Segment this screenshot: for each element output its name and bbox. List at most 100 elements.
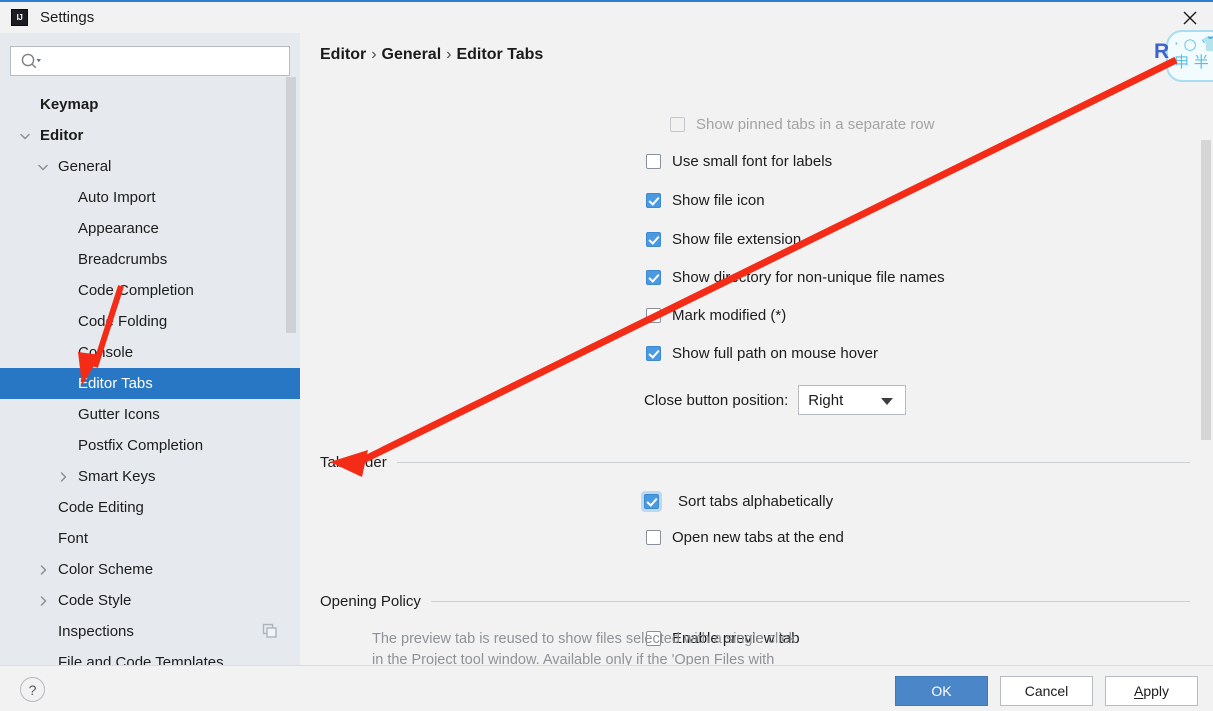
sidebar-item-auto-import[interactable]: Auto Import <box>0 182 300 213</box>
option-show-file-icon[interactable]: Show file icon <box>646 192 765 209</box>
overlay-letter: R <box>1154 40 1170 63</box>
settings-sidebar: Keymap Editor General Auto Import Appearance… <box>0 33 300 665</box>
sidebar-item-label: Gutter Icons <box>78 406 160 423</box>
sidebar-scrollbar[interactable] <box>286 33 296 609</box>
checkbox-icon <box>670 117 685 132</box>
checkbox-label: Show full path on mouse hover <box>672 345 878 362</box>
settings-tree: Keymap Editor General Auto Import Appearance… <box>0 89 300 665</box>
checkbox-icon[interactable] <box>646 232 661 247</box>
breadcrumb-separator-2: › <box>446 46 452 63</box>
content-scrollbar-thumb[interactable] <box>1201 140 1211 440</box>
checkbox-icon[interactable] <box>644 494 659 509</box>
help-button[interactable]: ? <box>20 677 45 702</box>
checkbox-icon[interactable] <box>646 154 661 169</box>
checkbox-label: Show pinned tabs in a separate row <box>696 116 935 133</box>
sidebar-item-label: Appearance <box>78 220 159 237</box>
option-mark-modified[interactable]: Mark modified (*) <box>646 307 786 324</box>
apply-button-mnemonic: A <box>1133 683 1144 699</box>
breadcrumb-part-editor[interactable]: Editor <box>320 46 366 63</box>
close-button-position-select[interactable]: Right <box>798 385 907 415</box>
window-title: Settings <box>40 9 95 26</box>
option-use-small-font-for-labels[interactable]: Use small font for labels <box>646 153 832 170</box>
sidebar-item-general[interactable]: General <box>0 151 300 182</box>
checkbox-icon[interactable] <box>646 193 661 208</box>
option-show-directory-for-non-unique-file-names[interactable]: Show directory for non-unique file names <box>646 269 945 286</box>
tab-order-group-header: Tab Order <box>320 454 1190 471</box>
checkbox-label: Show file extension <box>672 231 802 248</box>
sidebar-item-gutter-icons[interactable]: Gutter Icons <box>0 399 300 430</box>
checkbox-label: Show directory for non-unique file names <box>672 269 945 286</box>
copy-icon[interactable] <box>262 623 278 639</box>
sidebar-item-font[interactable]: Font <box>0 523 300 554</box>
option-show-file-extension[interactable]: Show file extension <box>646 231 801 248</box>
group-divider <box>396 462 1190 463</box>
opening-policy-group-header: Opening Policy <box>320 593 1190 610</box>
checkbox-label: Open new tabs at the end <box>672 529 844 546</box>
sidebar-item-label: Console <box>78 344 134 361</box>
settings-dialog: IJ Settings Keymap Editor General Auto Impo… <box>0 0 1213 711</box>
option-show-full-path-on-mouse-hover[interactable]: Show full path on mouse hover <box>646 345 878 362</box>
chevron-right-icon[interactable] <box>36 594 50 608</box>
tab-order-title: Tab Order <box>320 454 387 471</box>
checkbox-icon[interactable] <box>646 530 661 545</box>
breadcrumb-separator-1: › <box>371 46 377 63</box>
sidebar-item-breadcrumbs[interactable]: Breadcrumbs <box>0 244 300 275</box>
apply-button[interactable]: Apply <box>1105 676 1198 706</box>
sidebar-item-appearance[interactable]: Appearance <box>0 213 300 244</box>
close-window-button[interactable] <box>1167 2 1213 33</box>
option-open-new-tabs-at-the-end[interactable]: Open new tabs at the end <box>646 529 844 546</box>
chevron-right-icon[interactable] <box>56 470 70 484</box>
sidebar-item-label: Font <box>58 530 89 547</box>
chevron-down-icon[interactable] <box>18 129 32 143</box>
opening-policy-title: Opening Policy <box>320 593 421 610</box>
overlay-glyph-line-1: · ○ 👕 <box>1174 35 1213 53</box>
sidebar-item-editor-tabs[interactable]: Editor Tabs <box>0 368 300 399</box>
sidebar-item-code-editing[interactable]: Code Editing <box>0 492 300 523</box>
sidebar-item-label: File and Code Templates <box>58 654 224 665</box>
content-scrollbar[interactable] <box>1201 33 1211 665</box>
sidebar-item-keymap[interactable]: Keymap <box>0 89 300 120</box>
dialog-footer: ? OK Cancel Apply <box>0 665 1213 711</box>
close-button-position-row: Close button position: Right <box>644 385 907 415</box>
sidebar-item-console[interactable]: Console <box>0 337 300 368</box>
search-box <box>10 46 290 76</box>
search-input[interactable] <box>10 46 290 76</box>
cancel-button[interactable]: Cancel <box>1000 676 1093 706</box>
sidebar-item-label: Code Completion <box>78 282 194 299</box>
sidebar-item-label: Auto Import <box>78 189 156 206</box>
close-button-position-value: Right <box>808 391 844 409</box>
preview-tab-hint-line-1: The preview tab is reused to show files … <box>372 631 796 647</box>
checkbox-icon[interactable] <box>646 270 661 285</box>
chevron-down-icon[interactable] <box>36 160 50 174</box>
sidebar-item-postfix-completion[interactable]: Postfix Completion <box>0 430 300 461</box>
breadcrumb-part-editor-tabs: Editor Tabs <box>456 46 544 63</box>
sidebar-item-label: Inspections <box>58 623 134 640</box>
app-logo-icon: IJ <box>11 9 28 26</box>
sidebar-item-label: Keymap <box>40 96 99 113</box>
sidebar-item-label: Color Scheme <box>58 561 154 578</box>
ok-button[interactable]: OK <box>895 676 988 706</box>
group-divider <box>430 601 1190 602</box>
breadcrumb-part-general[interactable]: General <box>382 46 442 63</box>
sidebar-item-code-completion[interactable]: Code Completion <box>0 275 300 306</box>
floating-overlay-widget[interactable]: · ○ 👕 申 半 <box>1166 30 1213 82</box>
checkbox-focus-ring <box>641 491 662 512</box>
title-bar: IJ Settings <box>0 0 1213 33</box>
option-sort-tabs-alphabetically[interactable]: Sort tabs alphabetically <box>641 491 833 512</box>
sidebar-item-label: Breadcrumbs <box>78 251 168 268</box>
sidebar-item-color-scheme[interactable]: Color Scheme <box>0 554 300 585</box>
sidebar-item-label: Editor Tabs <box>78 375 153 392</box>
checkbox-icon[interactable] <box>646 346 661 361</box>
sidebar-item-file-and-code-templates[interactable]: File and Code Templates <box>0 647 300 665</box>
sidebar-item-inspections[interactable]: Inspections <box>0 616 300 647</box>
checkbox-icon[interactable] <box>646 308 661 323</box>
sidebar-scrollbar-thumb[interactable] <box>286 77 296 333</box>
sidebar-item-code-folding[interactable]: Code Folding <box>0 306 300 337</box>
overlay-glyphs: · ○ 👕 申 半 <box>1174 35 1213 71</box>
sidebar-item-label: Code Editing <box>58 499 144 516</box>
chevron-right-icon[interactable] <box>36 563 50 577</box>
sidebar-item-smart-keys[interactable]: Smart Keys <box>0 461 300 492</box>
sidebar-item-code-style[interactable]: Code Style <box>0 585 300 616</box>
sidebar-item-editor[interactable]: Editor <box>0 120 300 151</box>
preview-tab-hint-line-2: in the Project tool window. Available on… <box>372 652 775 665</box>
